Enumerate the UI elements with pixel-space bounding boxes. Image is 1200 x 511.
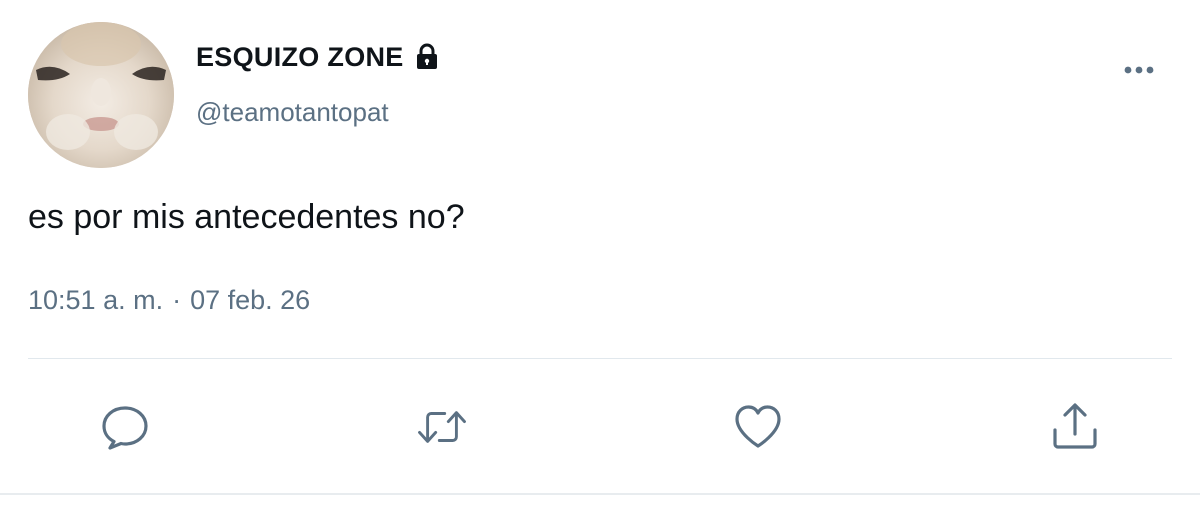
heart-icon <box>735 405 781 448</box>
retweet-button[interactable] <box>415 400 469 454</box>
more-options-icon[interactable] <box>1120 58 1160 82</box>
divider <box>0 493 1200 495</box>
user-name-row[interactable]: ESQUIZO ZONE <box>196 40 442 74</box>
retweet-icon <box>418 411 466 443</box>
divider <box>28 358 1172 359</box>
timestamp-separator: · <box>172 285 182 315</box>
avatar[interactable] <box>28 22 174 168</box>
tweet-date[interactable]: 07 feb. 26 <box>190 285 310 316</box>
tweet-time[interactable]: 10:51 a. m. <box>28 285 163 316</box>
user-handle[interactable]: @teamotantopat <box>196 97 389 128</box>
lock-icon <box>412 42 442 72</box>
tweet-card: ESQUIZO ZONE @teamotantopat es por mis a… <box>0 0 1200 511</box>
share-icon <box>1053 403 1097 449</box>
tweet-timestamp[interactable]: 10:51 a. m. · 07 feb. 26 <box>28 285 310 316</box>
tweet-text: es por mis antecedentes no? <box>28 198 465 236</box>
comment-icon <box>102 406 148 450</box>
like-button[interactable] <box>731 400 785 454</box>
avatar-image <box>28 22 174 168</box>
share-button[interactable] <box>1048 400 1102 454</box>
reply-button[interactable] <box>98 400 152 454</box>
display-name[interactable]: ESQUIZO ZONE <box>196 42 404 73</box>
